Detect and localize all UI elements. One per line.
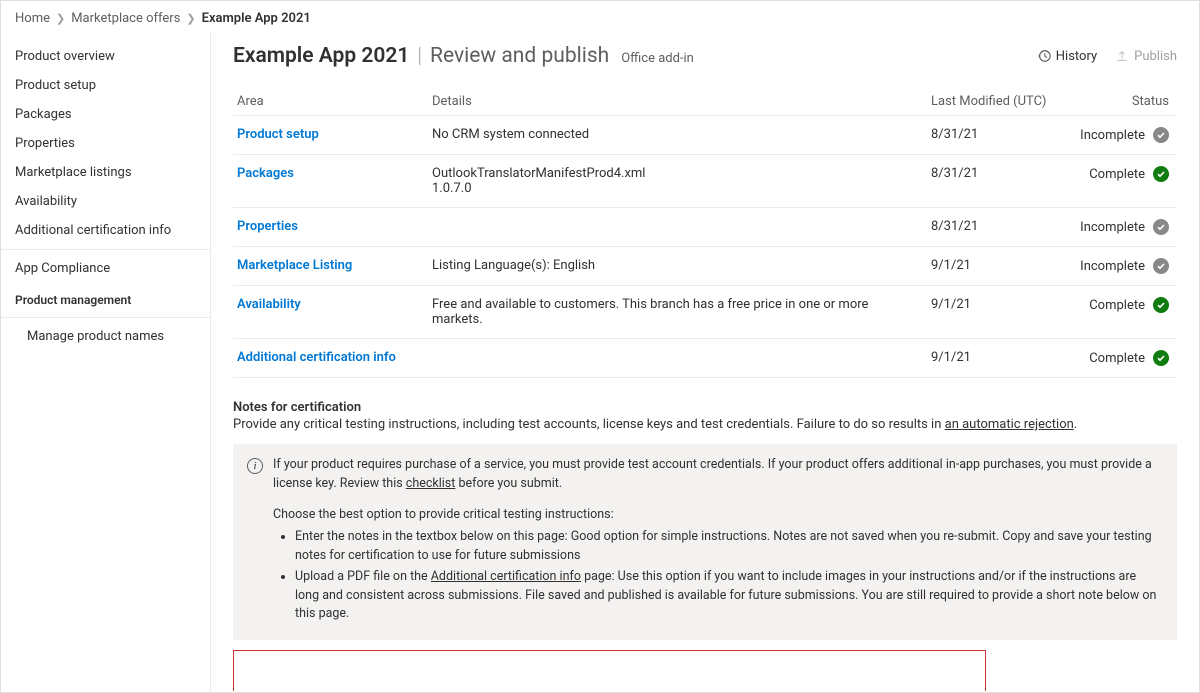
page-title: Example App 2021 | Review and publish Of… (233, 44, 694, 68)
nav-additional-cert-info[interactable]: Additional certification info (1, 216, 210, 245)
crumb-current: Example App 2021 (202, 11, 311, 26)
table-row: Additional certification info 9/1/21 Compl… (233, 339, 1177, 378)
area-link[interactable]: Additional certification info (233, 339, 428, 378)
chevron-right-icon: ❯ (186, 12, 195, 25)
incomplete-circle-icon (1153, 258, 1169, 274)
sidebar: Product overview Product setup Packages … (1, 32, 211, 691)
title-separator: | (417, 44, 422, 68)
main-content: Example App 2021 | Review and publish Of… (211, 32, 1199, 691)
check-circle-icon (1153, 350, 1169, 366)
col-last-modified: Last Modified (UTC) (927, 88, 1057, 116)
status-cell: Complete (1057, 286, 1177, 339)
last-modified-cell: 9/1/21 (927, 247, 1057, 286)
status-text: Complete (1089, 167, 1145, 182)
details-cell: Free and available to customers. This br… (428, 286, 927, 339)
nav-product-overview[interactable]: Product overview (1, 42, 210, 71)
info-box: i If your product requires purchase of a… (233, 444, 1177, 640)
area-link[interactable]: Properties (233, 208, 428, 247)
last-modified-cell: 8/31/21 (927, 116, 1057, 155)
details-cell (428, 339, 927, 378)
table-row: AvailabilityFree and available to custom… (233, 286, 1177, 339)
table-row: Product setupNo CRM system connected8/31… (233, 116, 1177, 155)
status-cell: Incomplete (1057, 247, 1177, 286)
notes-subtitle: Provide any critical testing instruction… (233, 417, 1177, 432)
section-product-management: Product management (1, 283, 210, 313)
incomplete-circle-icon (1153, 219, 1169, 235)
nav-manage-product-names[interactable]: Manage product names (1, 322, 210, 351)
details-cell: No CRM system connected (428, 116, 927, 155)
info-choose-text: Choose the best option to provide critic… (273, 506, 1163, 525)
nav-availability[interactable]: Availability (1, 187, 210, 216)
check-circle-icon (1153, 166, 1169, 182)
col-details: Details (428, 88, 927, 116)
details-cell (428, 208, 927, 247)
nav-properties[interactable]: Properties (1, 129, 210, 158)
publish-icon (1115, 49, 1129, 63)
page-subtitle: Review and publish (430, 44, 609, 68)
history-label: History (1056, 49, 1097, 64)
area-link[interactable]: Marketplace Listing (233, 247, 428, 286)
nav-product-setup[interactable]: Product setup (1, 71, 210, 100)
area-link[interactable]: Availability (233, 286, 428, 339)
last-modified-cell: 9/1/21 (927, 286, 1057, 339)
status-text: Complete (1089, 298, 1145, 313)
last-modified-cell: 9/1/21 (927, 339, 1057, 378)
last-modified-cell: 8/31/21 (927, 208, 1057, 247)
nav-packages[interactable]: Packages (1, 100, 210, 129)
history-button[interactable]: History (1037, 49, 1097, 64)
info-bullet-1: Enter the notes in the textbox below on … (295, 528, 1163, 566)
checklist-link[interactable]: checklist (406, 476, 456, 491)
info-icon: i (247, 458, 263, 474)
publish-label: Publish (1134, 49, 1177, 64)
details-cell: OutlookTranslatorManifestProd4.xml 1.0.7… (428, 155, 927, 208)
divider (1, 317, 210, 318)
table-row: Marketplace ListingListing Language(s): … (233, 247, 1177, 286)
auto-rejection-link[interactable]: an automatic rejection (945, 417, 1074, 432)
divider (1, 249, 210, 250)
status-cell: Incomplete (1057, 116, 1177, 155)
additional-cert-info-link[interactable]: Additional certification info (431, 569, 581, 584)
notes-title: Notes for certification (233, 400, 1177, 415)
info-bullet-2: Upload a PDF file on the Additional cert… (295, 568, 1163, 624)
publish-top-button: Publish (1115, 49, 1177, 64)
col-area: Area (233, 88, 428, 116)
notes-textarea[interactable] (233, 650, 986, 691)
status-cell: Complete (1057, 155, 1177, 208)
col-status: Status (1057, 88, 1177, 116)
crumb-home[interactable]: Home (15, 11, 50, 26)
status-cell: Incomplete (1057, 208, 1177, 247)
status-text: Incomplete (1080, 259, 1145, 274)
info-text-1: If your product requires purchase of a s… (273, 456, 1163, 494)
review-table: Area Details Last Modified (UTC) Status … (233, 88, 1177, 378)
area-link[interactable]: Packages (233, 155, 428, 208)
status-cell: Complete (1057, 339, 1177, 378)
nav-marketplace-listings[interactable]: Marketplace listings (1, 158, 210, 187)
last-modified-cell: 8/31/21 (927, 155, 1057, 208)
nav-app-compliance[interactable]: App Compliance (1, 254, 210, 283)
incomplete-circle-icon (1153, 127, 1169, 143)
crumb-marketplace[interactable]: Marketplace offers (71, 11, 180, 26)
breadcrumb: Home ❯ Marketplace offers ❯ Example App … (1, 1, 1199, 32)
status-text: Incomplete (1080, 128, 1145, 143)
table-row: Properties 8/31/21 Incomplete (233, 208, 1177, 247)
status-text: Incomplete (1080, 220, 1145, 235)
table-row: PackagesOutlookTranslatorManifestProd4.x… (233, 155, 1177, 208)
status-text: Complete (1089, 351, 1145, 366)
history-icon (1037, 49, 1051, 63)
offer-type-tag: Office add-in (621, 51, 694, 66)
app-name: Example App 2021 (233, 44, 409, 68)
details-cell: Listing Language(s): English (428, 247, 927, 286)
chevron-right-icon: ❯ (56, 12, 65, 25)
area-link[interactable]: Product setup (233, 116, 428, 155)
check-circle-icon (1153, 297, 1169, 313)
